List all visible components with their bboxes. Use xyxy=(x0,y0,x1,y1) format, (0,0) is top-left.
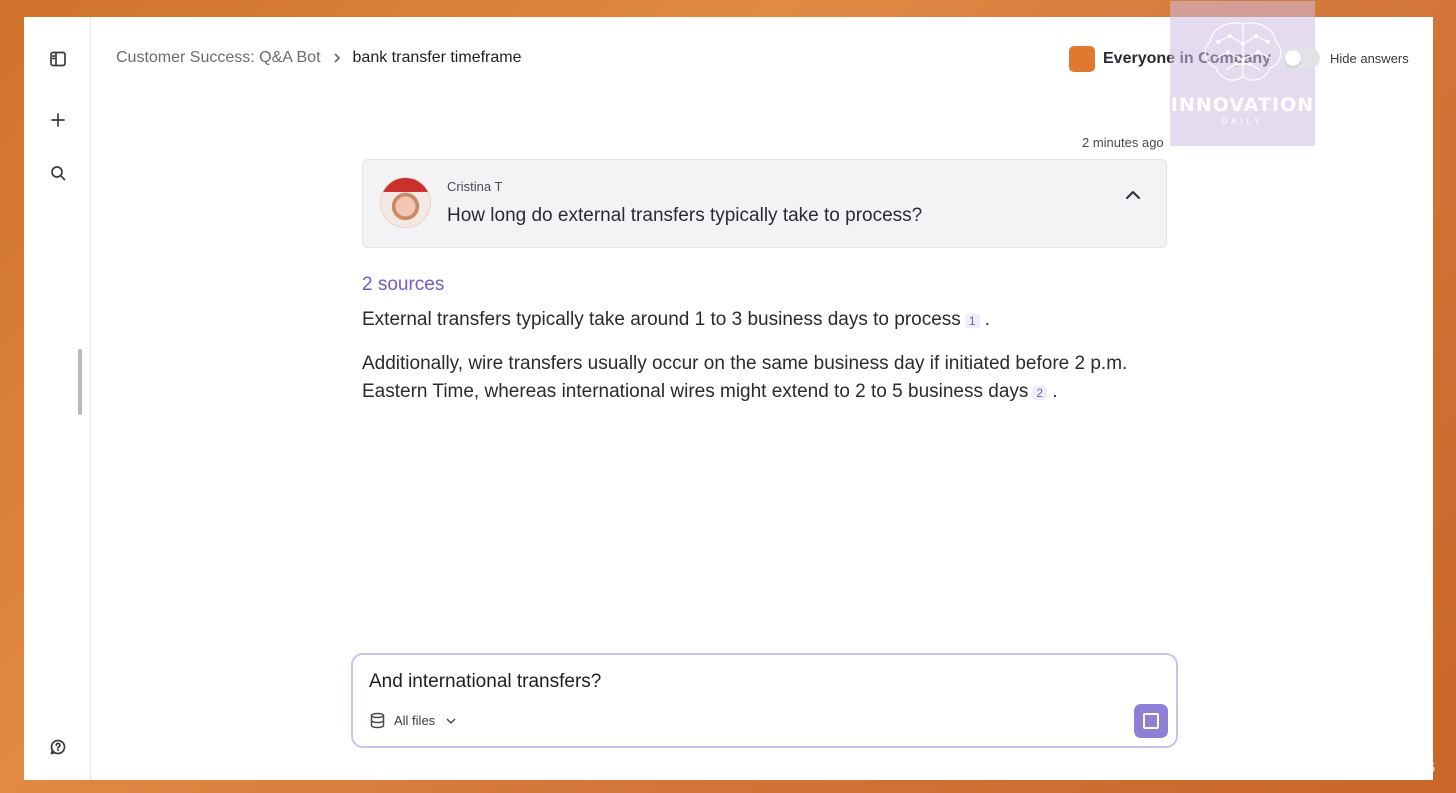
help-button[interactable] xyxy=(45,734,71,760)
audience-avatar xyxy=(1069,46,1095,72)
app-window: Customer Success: Q&A Bot bank transfer … xyxy=(24,1,1433,780)
answer-text: External transfers typically take around… xyxy=(362,309,961,330)
question-text: How long do external transfers typically… xyxy=(447,205,923,226)
files-scope-label: All files xyxy=(394,713,436,728)
sidebar-panel-icon xyxy=(50,51,66,67)
answer-paragraph: External transfers typically take around… xyxy=(362,306,1162,334)
files-scope-dropdown[interactable]: All files xyxy=(369,712,457,729)
toggle-sidebar-button[interactable] xyxy=(45,46,71,72)
breadcrumb-current: bank transfer timeframe xyxy=(352,49,522,66)
watermark-subtitle: DAILY xyxy=(1221,117,1264,126)
question-timestamp: 2 minutes ago xyxy=(1082,135,1164,150)
collapse-question-button[interactable] xyxy=(1122,184,1144,206)
message-composer: All files xyxy=(351,653,1178,748)
version-label: 1.59.5 / 1.28.5 xyxy=(1352,760,1436,775)
innovation-daily-watermark: INNOVATION DAILY xyxy=(1170,1,1315,146)
search-button[interactable] xyxy=(45,160,71,186)
hide-answers-toggle[interactable] xyxy=(1282,47,1320,69)
main-content: Customer Success: Q&A Bot bank transfer … xyxy=(91,1,1433,780)
citation-badge[interactable]: 2 xyxy=(1032,386,1048,400)
answer-text: Additionally, wire transfers usually occ… xyxy=(362,353,1128,402)
plus-icon xyxy=(51,113,65,127)
breadcrumb: Customer Success: Q&A Bot bank transfer … xyxy=(116,49,521,67)
citation-badge[interactable]: 1 xyxy=(964,314,980,328)
toggle-knob xyxy=(1285,50,1301,66)
answer-period: . xyxy=(1052,381,1058,402)
chevron-down-icon xyxy=(446,717,456,724)
send-button[interactable] xyxy=(1134,704,1168,738)
asker-name: Cristina T xyxy=(447,179,503,194)
scrollbar-handle[interactable] xyxy=(78,349,82,415)
chevron-right-icon xyxy=(331,52,343,64)
sources-link[interactable]: 2 sources xyxy=(362,274,444,296)
brain-network-icon xyxy=(1204,22,1281,81)
search-icon xyxy=(51,166,66,181)
answer-paragraph: Additionally, wire transfers usually occ… xyxy=(362,350,1162,406)
avatar xyxy=(380,177,431,228)
chevron-up-icon xyxy=(1126,191,1140,199)
hide-answers-label: Hide answers xyxy=(1330,51,1409,66)
help-chat-icon xyxy=(50,739,66,755)
question-card: Cristina T How long do external transfer… xyxy=(362,159,1167,248)
answer-period: . xyxy=(984,309,991,330)
breadcrumb-parent-link[interactable]: Customer Success: Q&A Bot xyxy=(116,49,321,67)
watermark-title: INNOVATION xyxy=(1170,94,1315,116)
database-icon xyxy=(370,712,385,729)
new-chat-button[interactable] xyxy=(45,107,71,133)
stop-square-icon xyxy=(1143,713,1159,729)
message-input[interactable] xyxy=(369,671,1129,693)
